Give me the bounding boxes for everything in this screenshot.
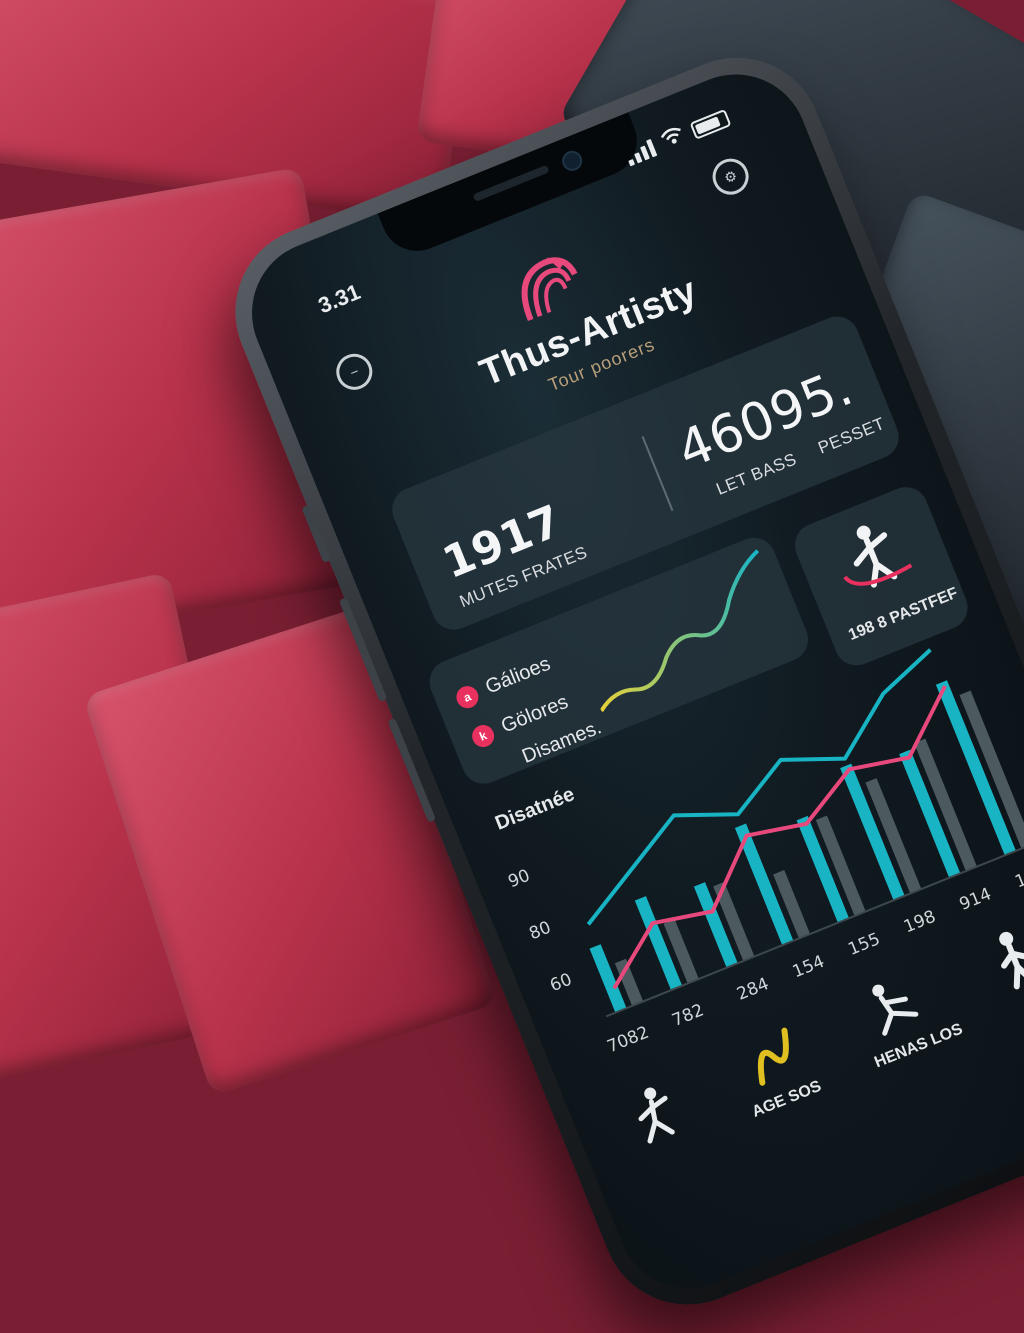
- legend-badge: a: [452, 682, 482, 711]
- stat-divider: [641, 436, 674, 512]
- settings-button[interactable]: ⚙: [707, 153, 755, 201]
- phone-body: 3.31 − ⚙ Thus-Artisty Tour poorers 46095…: [209, 31, 1024, 1331]
- front-camera: [559, 147, 586, 174]
- status-icons: [623, 106, 733, 169]
- x-tick: 175: [1012, 861, 1024, 893]
- speaker: [472, 164, 550, 203]
- x-tick: 155: [845, 929, 883, 960]
- x-tick: 154: [789, 951, 828, 983]
- y-tick: 60: [547, 969, 575, 997]
- person-icon[interactable]: [975, 920, 1024, 998]
- x-tick: 914: [956, 884, 995, 915]
- x-tick: 782: [669, 1000, 707, 1032]
- x-tick: 7082: [604, 1022, 652, 1058]
- gear-icon: ⚙: [721, 166, 740, 186]
- notch: [377, 112, 648, 262]
- back-icon: −: [347, 362, 362, 381]
- y-tick: 80: [526, 917, 554, 945]
- screen: 3.31 − ⚙ Thus-Artisty Tour poorers 46095…: [230, 52, 1024, 1310]
- chart-bar: [959, 690, 1024, 849]
- exercise-icon: [843, 525, 913, 588]
- runner-icon[interactable]: [618, 1076, 696, 1154]
- legend-badge: k: [468, 721, 498, 750]
- status-time: 3.31: [314, 279, 364, 319]
- phone: 3.31 − ⚙ Thus-Artisty Tour poorers 46095…: [0, 0, 1024, 1331]
- legend-label: Gálioes: [482, 652, 554, 699]
- back-button[interactable]: −: [330, 348, 378, 396]
- x-tick: 198: [901, 906, 939, 938]
- wifi-icon: [659, 124, 688, 154]
- x-tick: 284: [734, 974, 772, 1005]
- battery-icon: [689, 108, 732, 140]
- y-tick: 90: [505, 865, 533, 893]
